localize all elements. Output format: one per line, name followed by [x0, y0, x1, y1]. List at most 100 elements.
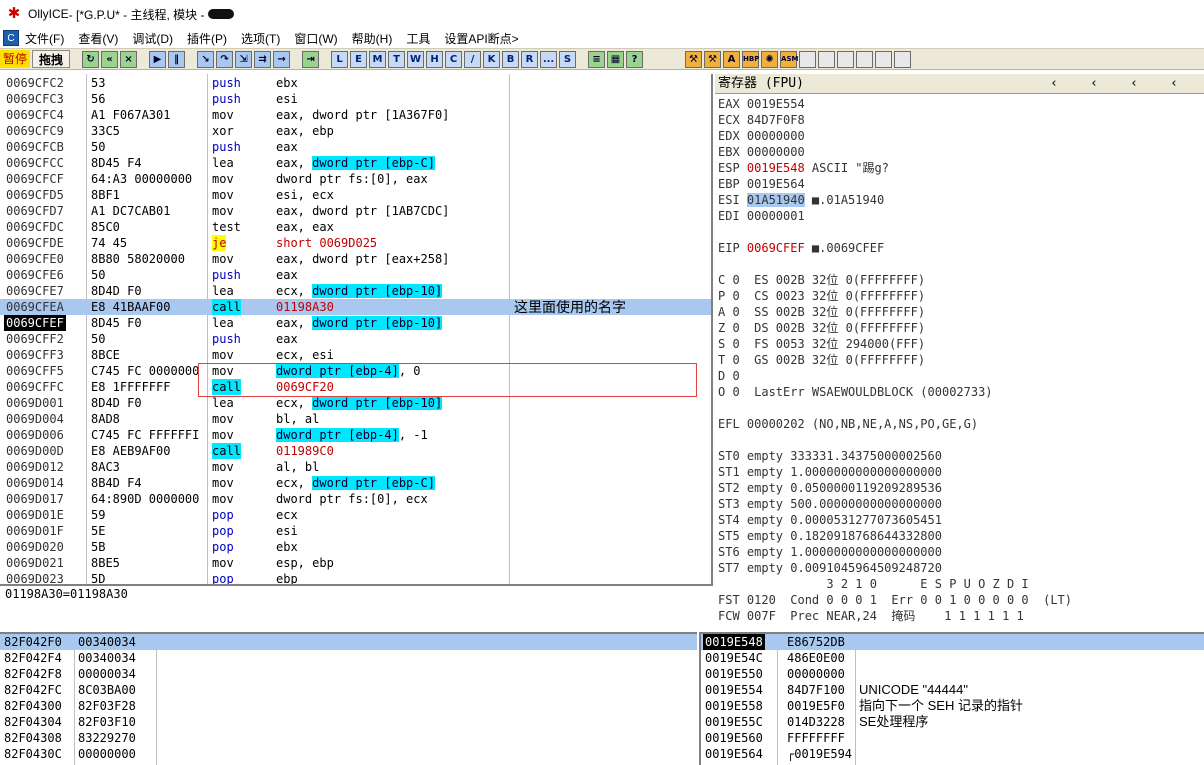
- register-line[interactable]: FST 0120 Cond 0 0 0 1 Err 0 0 1 0 0 0 0 …: [718, 592, 1072, 608]
- disasm-row[interactable]: 0069CFC3 56 push esi: [0, 91, 711, 107]
- plugin-2-icon[interactable]: ⚒: [704, 50, 722, 68]
- disasm-row[interactable]: 0069CFCF 64:A3 00000000 mov dword ptr fs:[0…: [0, 171, 711, 187]
- rewind-icon[interactable]: «: [101, 50, 119, 68]
- disasm-row[interactable]: 0069D004 8AD8 mov bl, al: [0, 411, 711, 427]
- disasm-row[interactable]: 0069CFF2 50 push eax: [0, 331, 711, 347]
- empty-tool-2[interactable]: [818, 50, 836, 68]
- run-trace-button[interactable]: ...: [540, 50, 558, 68]
- stack-row[interactable]: 0019E550 00000000: [701, 666, 1204, 682]
- dump-row[interactable]: 82F04300 82F03F28: [0, 698, 697, 714]
- disasm-row[interactable]: 0069CFC4 A1 F067A301 mov eax, dword ptr [1A…: [0, 107, 711, 123]
- dump-row[interactable]: 82F0430C 00000000: [0, 746, 697, 762]
- threads-button[interactable]: T: [388, 50, 406, 68]
- stack-row[interactable]: 0019E55C 014D3228 SE处理程序: [701, 714, 1204, 730]
- register-line[interactable]: EDX 00000000: [718, 128, 805, 144]
- disasm-row[interactable]: 0069D01F 5E pop esi: [0, 523, 711, 539]
- stack-row[interactable]: 0019E558 0019E5F0 指向下一个 SEH 记录的指针: [701, 698, 1204, 714]
- references-button[interactable]: R: [521, 50, 539, 68]
- stack-row[interactable]: 0019E560 FFFFFFFF: [701, 730, 1204, 746]
- register-line[interactable]: ECX 84D7F0F8: [718, 112, 805, 128]
- chevron-left-icon[interactable]: ‹: [1034, 74, 1074, 94]
- register-line[interactable]: ESI 01A51940 ■.01A51940: [718, 192, 884, 208]
- register-line[interactable]: ST7 empty 0.0091045964509248720: [718, 560, 942, 576]
- disasm-row[interactable]: 0069CFD7 A1 DC7CAB01 mov eax, dword ptr [1A…: [0, 203, 711, 219]
- disasm-row[interactable]: 0069D001 8D4D F0 lea ecx, dword ptr [ebp-10…: [0, 395, 711, 411]
- cpu-button[interactable]: C: [445, 50, 463, 68]
- menu-tools[interactable]: 工具: [406, 30, 430, 47]
- memory-map-button[interactable]: M: [369, 50, 387, 68]
- menu-file[interactable]: 文件(F): [25, 30, 64, 47]
- register-line[interactable]: D 0: [718, 368, 740, 384]
- stack-pane[interactable]: 0019E548 E86752DB 0019E54C 486E0E00 0019E550…: [699, 632, 1204, 765]
- register-line[interactable]: C 0 ES 002B 32位 0(FFFFFFFF): [718, 272, 925, 288]
- go-to-icon[interactable]: ⇥: [302, 50, 320, 68]
- stack-row[interactable]: 0019E564 ┌0019E594: [701, 746, 1204, 762]
- register-line[interactable]: ST2 empty 0.0500000119209289536: [718, 480, 942, 496]
- asm-button[interactable]: ASM: [780, 50, 798, 68]
- menu-help[interactable]: 帮助(H): [352, 30, 393, 47]
- disasm-row[interactable]: 0069D014 8B4D F4 mov ecx, dword ptr [ebp-C]: [0, 475, 711, 491]
- step-over-icon[interactable]: ↷: [216, 50, 234, 68]
- disasm-row[interactable]: 0069CFCC 8D45 F4 lea eax, dword ptr [ebp-C]: [0, 155, 711, 171]
- empty-tool-5[interactable]: [875, 50, 893, 68]
- disasm-row[interactable]: 0069CFEF 8D45 F0 lea eax, dword ptr [ebp-10…: [0, 315, 711, 331]
- register-line[interactable]: T 0 GS 002B 32位 0(FFFFFFFF): [718, 352, 925, 368]
- disasm-row[interactable]: 0069CFE0 8B80 58020000 mov eax, dword ptr […: [0, 251, 711, 267]
- disasm-row[interactable]: 0069CFCB 50 push eax: [0, 139, 711, 155]
- disasm-row[interactable]: 0069CFC9 33C5 xor eax, ebp: [0, 123, 711, 139]
- dump-row[interactable]: 82F042F8 00000034: [0, 666, 697, 682]
- chevron-left-icon[interactable]: ‹: [1114, 74, 1154, 94]
- executable-modules-button[interactable]: E: [350, 50, 368, 68]
- trace-into-icon[interactable]: ⇲: [235, 50, 253, 68]
- register-line[interactable]: EBP 0019E564: [718, 176, 805, 192]
- call-stack-button[interactable]: K: [483, 50, 501, 68]
- disasm-row[interactable]: 0069CFDE 74 45 je short 0069D025: [0, 235, 711, 251]
- plugin-gear-icon[interactable]: ✺: [761, 50, 779, 68]
- disasm-row[interactable]: 0069CFC2 53 push ebx: [0, 75, 711, 91]
- dump-row[interactable]: 82F042F0 00340034: [0, 634, 697, 650]
- menu-window[interactable]: 窗口(W): [294, 30, 337, 47]
- grid-icon[interactable]: ▦: [607, 50, 625, 68]
- register-line[interactable]: ST0 empty 333331.34375000002560: [718, 448, 942, 464]
- menu-debug[interactable]: 调试(D): [132, 30, 173, 47]
- menu-view[interactable]: 查看(V): [78, 30, 118, 47]
- register-line[interactable]: FCW 007F Prec NEAR,24 掩码 1 1 1 1 1 1: [718, 608, 1024, 624]
- execute-till-return-icon[interactable]: →: [273, 50, 291, 68]
- menu-options[interactable]: 选项(T): [241, 30, 280, 47]
- disasm-row[interactable]: 0069D006 C745 FC FFFFFFI mov dword ptr [ebp…: [0, 427, 711, 443]
- run-icon[interactable]: ▶: [149, 50, 167, 68]
- dump-row[interactable]: 82F042FC 8C03BA00: [0, 682, 697, 698]
- disasm-row[interactable]: 0069D023 5D pop ebp: [0, 571, 711, 584]
- register-line[interactable]: 3 2 1 0 E S P U O Z D I: [718, 576, 1028, 592]
- windows-button[interactable]: W: [407, 50, 425, 68]
- register-line[interactable]: Z 0 DS 002B 32位 0(FFFFFFFF): [718, 320, 925, 336]
- memory-dump-pane[interactable]: 82F042F0 00340034 82F042F4 00340034 82F042F8…: [0, 632, 697, 765]
- dump-row[interactable]: 82F04308 83229270: [0, 730, 697, 746]
- empty-tool-6[interactable]: [894, 50, 912, 68]
- trace-over-icon[interactable]: ⇉: [254, 50, 272, 68]
- log-window-button[interactable]: L: [331, 50, 349, 68]
- register-line[interactable]: ST4 empty 0.0000531277073605451: [718, 512, 942, 528]
- menu-set-api-breakpoint[interactable]: 设置API断点>: [444, 30, 518, 47]
- plugin-1-icon[interactable]: ⚒: [685, 50, 703, 68]
- register-line[interactable]: S 0 FS 0053 32位 294000(FFF): [718, 336, 925, 352]
- source-button[interactable]: S: [559, 50, 577, 68]
- disasm-row[interactable]: 0069D020 5B pop ebx: [0, 539, 711, 555]
- register-line[interactable]: EIP 0069CFEF ■.0069CFEF: [718, 240, 884, 256]
- disasm-row[interactable]: 0069D012 8AC3 mov al, bl: [0, 459, 711, 475]
- menu-plugins[interactable]: 插件(P): [187, 30, 227, 47]
- register-line[interactable]: ESP 0019E548 ASCII "踢g?: [718, 160, 889, 176]
- disasm-row[interactable]: 0069D00D E8 AEB9AF00 call 011989C0: [0, 443, 711, 459]
- stack-row[interactable]: 0019E548 E86752DB: [701, 634, 1204, 650]
- disasm-row[interactable]: 0069CFF3 8BCE mov ecx, esi: [0, 347, 711, 363]
- help-icon[interactable]: ?: [626, 50, 644, 68]
- breakpoints-button[interactable]: B: [502, 50, 520, 68]
- register-line[interactable]: P 0 CS 0023 32位 0(FFFFFFFF): [718, 288, 925, 304]
- stack-row[interactable]: 0019E554 84D7F100 UNICODE "44444": [701, 682, 1204, 698]
- disasm-row[interactable]: 0069CFD5 8BF1 mov esi, ecx: [0, 187, 711, 203]
- step-into-icon[interactable]: ↘: [197, 50, 215, 68]
- chevron-left-icon[interactable]: ‹: [1074, 74, 1114, 94]
- list-icon[interactable]: ≡: [588, 50, 606, 68]
- register-line[interactable]: A 0 SS 002B 32位 0(FFFFFFFF): [718, 304, 925, 320]
- disasm-row[interactable]: 0069CFE7 8D4D F0 lea ecx, dword ptr [ebp-10…: [0, 283, 711, 299]
